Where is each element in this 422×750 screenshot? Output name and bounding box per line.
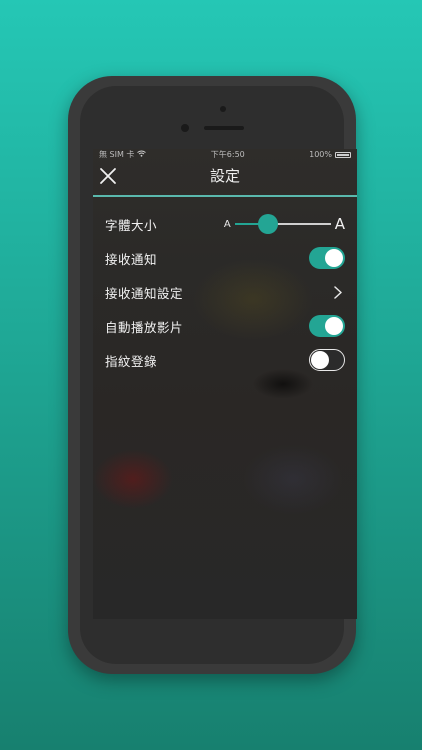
settings-row-notifications: 接收通知	[93, 241, 357, 275]
proximity-sensor	[181, 124, 189, 132]
phone-bezel: 無 SIM 卡 下午6:50 100% 設定 字體大小 A A 接收通知 接收通…	[80, 86, 357, 664]
toggle-knob	[325, 317, 343, 335]
nav-bar: 設定	[93, 161, 357, 195]
font-size-slider[interactable]: A A	[223, 214, 345, 234]
font-size-small-label: A	[223, 218, 231, 230]
chevron-right-icon	[331, 285, 345, 299]
page-title: 設定	[209, 167, 240, 185]
font-size-label: 字體大小	[105, 217, 158, 233]
status-time: 下午6:50	[210, 150, 245, 159]
app-screen: 無 SIM 卡 下午6:50 100% 設定 字體大小 A A 接收通知 接收通…	[93, 149, 357, 619]
font-size-large-label: A	[334, 215, 345, 233]
phone-frame: 無 SIM 卡 下午6:50 100% 設定 字體大小 A A 接收通知 接收通…	[68, 76, 357, 674]
font-size-thumb[interactable]	[258, 214, 279, 234]
notifications-label: 接收通知	[105, 251, 158, 267]
fingerprint-login-toggle[interactable]	[309, 349, 345, 371]
notification-settings-label: 接收通知設定	[105, 285, 184, 301]
header-divider	[93, 195, 357, 197]
status-bar: 無 SIM 卡 下午6:50 100%	[93, 149, 357, 161]
settings-row-notification-settings[interactable]: 接收通知設定	[93, 275, 357, 309]
fingerprint-login-label: 指紋登錄	[105, 353, 158, 369]
toggle-knob	[311, 350, 329, 369]
wifi-icon	[137, 149, 147, 161]
font-size-track[interactable]	[234, 214, 331, 234]
settings-row-font-size: 字體大小 A A	[93, 207, 357, 241]
carrier-label: 無 SIM 卡	[99, 150, 135, 159]
settings-row-autoplay-video: 自動播放影片	[93, 309, 357, 343]
notifications-toggle[interactable]	[309, 247, 345, 269]
earpiece-speaker	[204, 126, 244, 130]
battery-icon	[335, 152, 351, 158]
autoplay-video-toggle[interactable]	[309, 315, 345, 337]
settings-row-fingerprint-login: 指紋登錄	[93, 343, 357, 377]
toggle-knob	[325, 249, 343, 267]
front-camera	[220, 106, 226, 112]
battery-percent: 100%	[309, 150, 332, 159]
autoplay-video-label: 自動播放影片	[105, 319, 184, 335]
